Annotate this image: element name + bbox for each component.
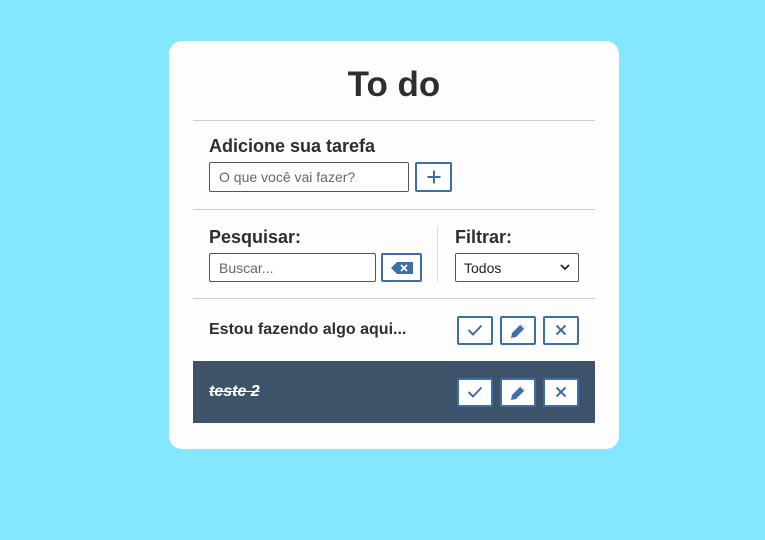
page-title: To do (347, 65, 441, 104)
task-input[interactable] (209, 162, 409, 192)
plus-icon (427, 170, 440, 184)
check-icon (467, 324, 483, 336)
todo-actions (457, 315, 579, 345)
pencil-icon (510, 323, 525, 338)
search-label: Pesquisar: (209, 227, 302, 247)
add-task-row (209, 162, 579, 192)
todo-text: teste 2 (209, 383, 260, 400)
todo-item: Estou fazendo algo aqui... (193, 298, 595, 361)
todo-item-done: teste 2 (193, 361, 595, 423)
search-filter-bar: Pesquisar: Filtrar: Todos (193, 209, 595, 298)
todo-actions (457, 377, 579, 407)
todo-text: Estou fazendo algo aqui... (209, 321, 407, 338)
backspace-icon (390, 261, 413, 274)
finish-todo-button[interactable] (457, 315, 493, 345)
add-task-label: Adicione sua tarefa (209, 136, 376, 156)
search-row (209, 253, 437, 282)
filter-selected-value: Todos (464, 259, 502, 276)
close-icon (555, 386, 567, 398)
check-icon (467, 386, 483, 398)
clear-search-button[interactable] (381, 253, 422, 282)
edit-todo-button[interactable] (500, 377, 536, 407)
remove-todo-button[interactable] (543, 377, 579, 407)
filter-group: Filtrar: Todos (438, 226, 579, 298)
finish-todo-button[interactable] (457, 377, 493, 407)
edit-todo-button[interactable] (500, 315, 536, 345)
filter-label: Filtrar: (455, 227, 513, 247)
add-task-form: Adicione sua tarefa (193, 120, 595, 209)
pencil-icon (510, 385, 525, 400)
close-icon (555, 324, 567, 336)
search-group: Pesquisar: (209, 226, 438, 282)
todo-panel: Adicione sua tarefa Pesquisar: (193, 120, 595, 423)
chevron-down-icon (560, 264, 570, 271)
filter-select[interactable]: Todos (455, 253, 579, 282)
search-input[interactable] (209, 253, 376, 282)
filter-row: Todos (455, 253, 579, 282)
todo-card: To do Adicione sua tarefa Pesquisar: (169, 41, 619, 449)
remove-todo-button[interactable] (543, 315, 579, 345)
add-task-button[interactable] (415, 162, 452, 192)
